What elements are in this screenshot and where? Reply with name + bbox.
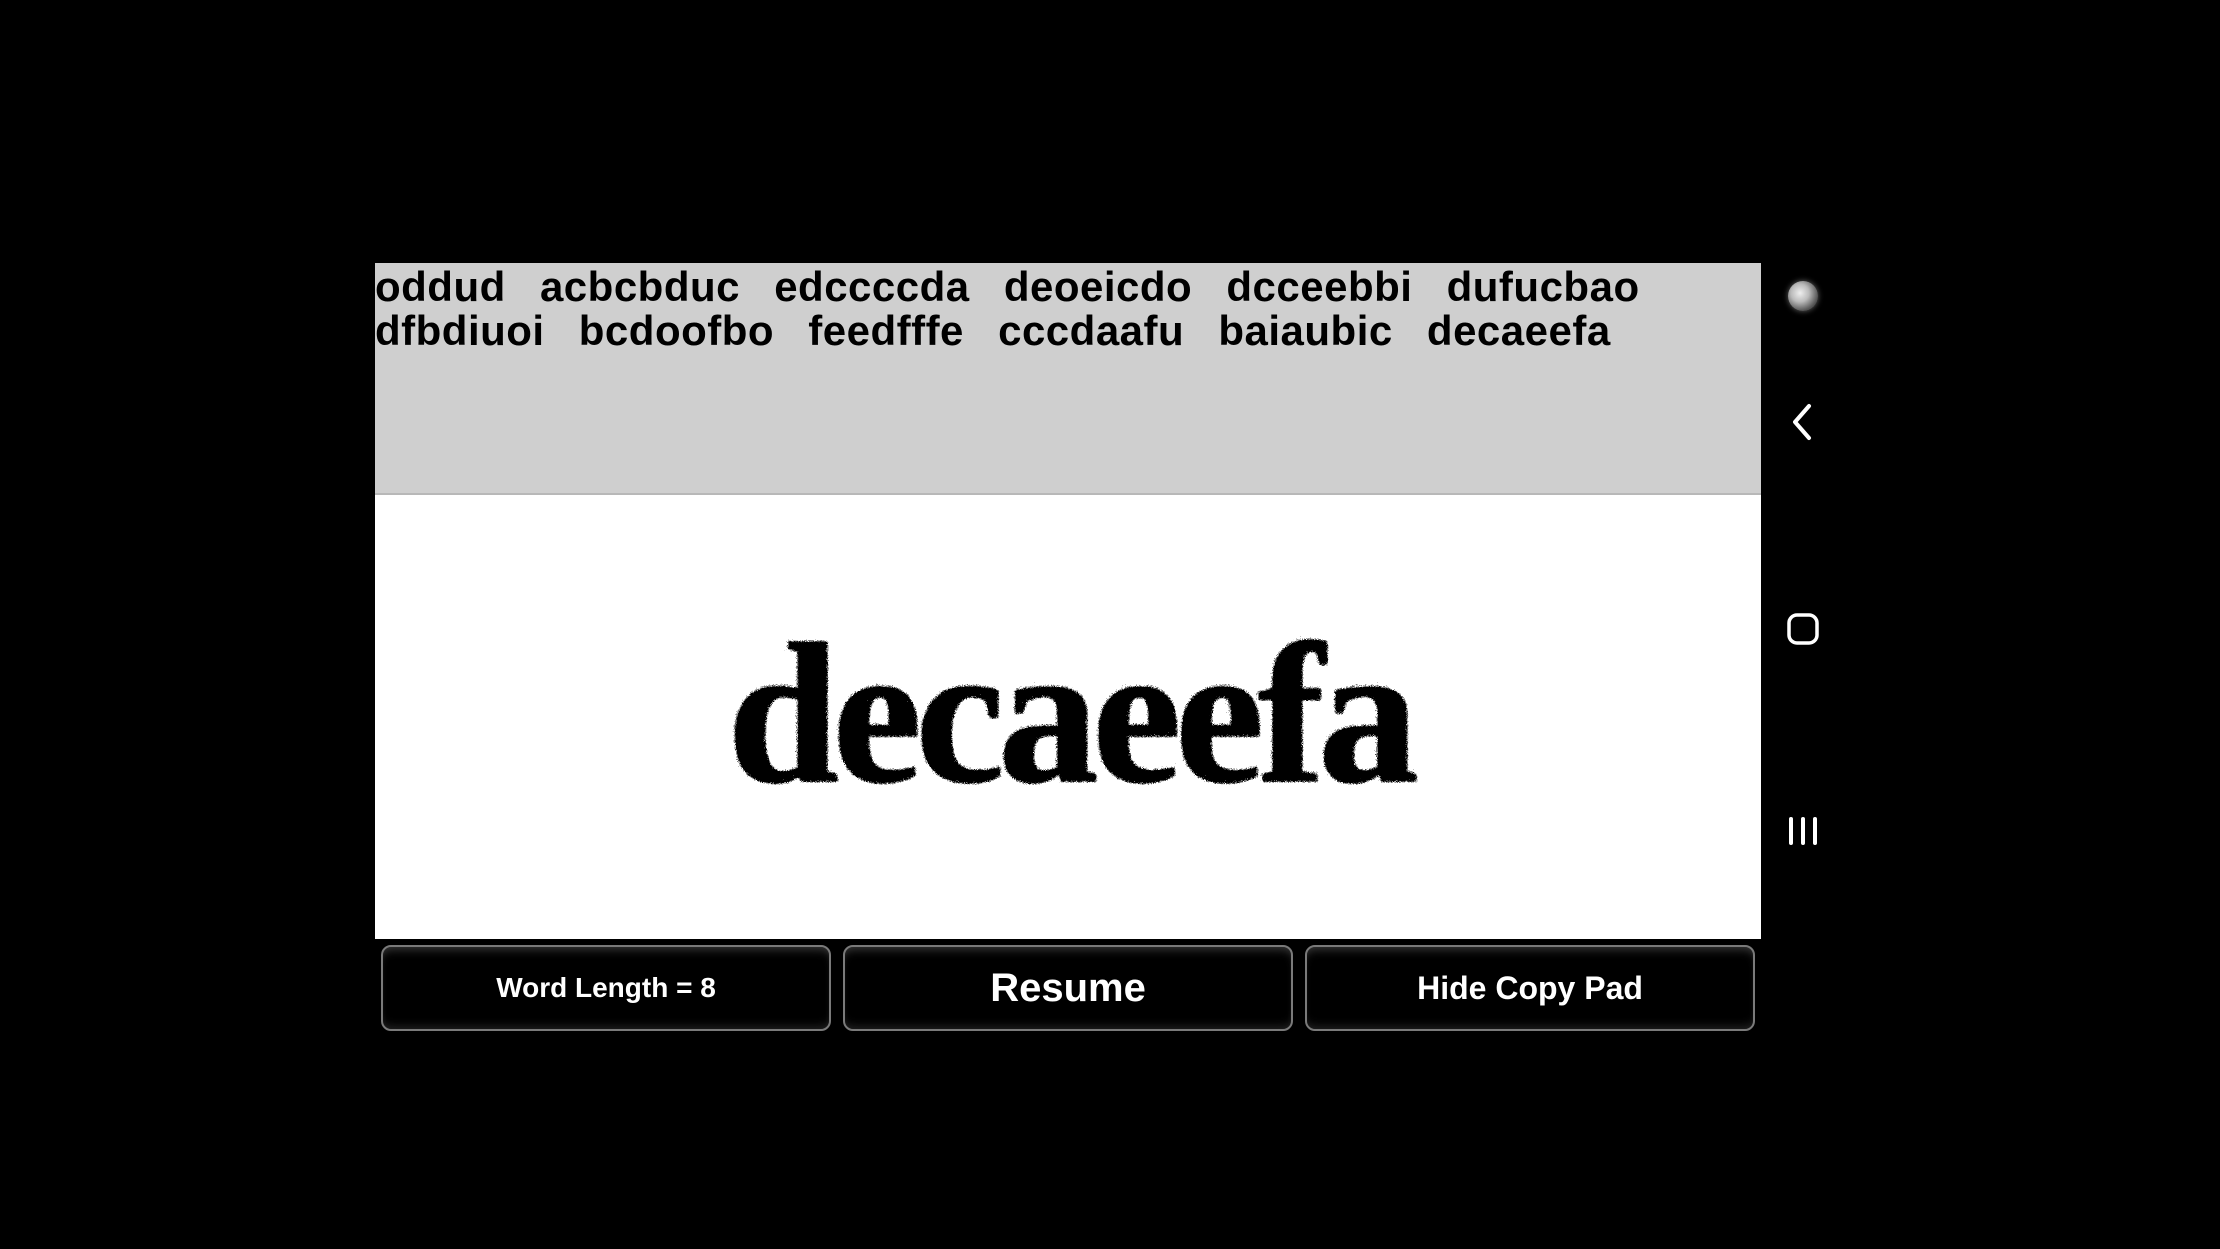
typed-word: acbcbduc [540,263,740,310]
home-icon[interactable] [1786,612,1820,646]
handwritten-word: decaeefa [726,598,1411,827]
word-length-button[interactable]: Word Length = 8 [381,945,831,1031]
resume-label: Resume [990,966,1146,1011]
typed-word: bcdoofbo [579,307,774,354]
resume-button[interactable]: Resume [843,945,1293,1031]
typed-word: baiaubic [1218,307,1392,354]
recents-icon[interactable] [1786,816,1820,846]
typed-word: cccdaafu [998,307,1184,354]
word-length-label: Word Length = 8 [496,972,716,1004]
typed-word: deoeicdo [1004,263,1192,310]
camera-icon [1788,281,1818,311]
typed-word: dcceebbi [1226,263,1412,310]
typed-word: edccccda [774,263,969,310]
app-content: oddud acbcbduc edccccda deoeicdo dcceebb… [375,209,1761,1039]
back-icon[interactable] [1789,402,1817,442]
typed-word: dfbdiuoi [375,307,545,354]
system-nav-rail [1761,209,1845,1039]
button-bar: Word Length = 8 Resume Hide Copy Pad [375,939,1761,1039]
typed-word: feedfffe [808,307,964,354]
typed-words-strip: oddud acbcbduc edccccda deoeicdo dcceebb… [375,209,1761,493]
typed-word: dufucbao [1447,263,1640,310]
typed-word: decaeefa [1427,307,1611,354]
app-window: oddud acbcbduc edccccda deoeicdo dcceebb… [375,209,1845,1039]
hide-copy-pad-button[interactable]: Hide Copy Pad [1305,945,1755,1031]
hide-copy-pad-label: Hide Copy Pad [1417,970,1643,1007]
typed-word: oddud [375,263,506,310]
handwriting-canvas[interactable]: decaeefa [375,493,1761,939]
